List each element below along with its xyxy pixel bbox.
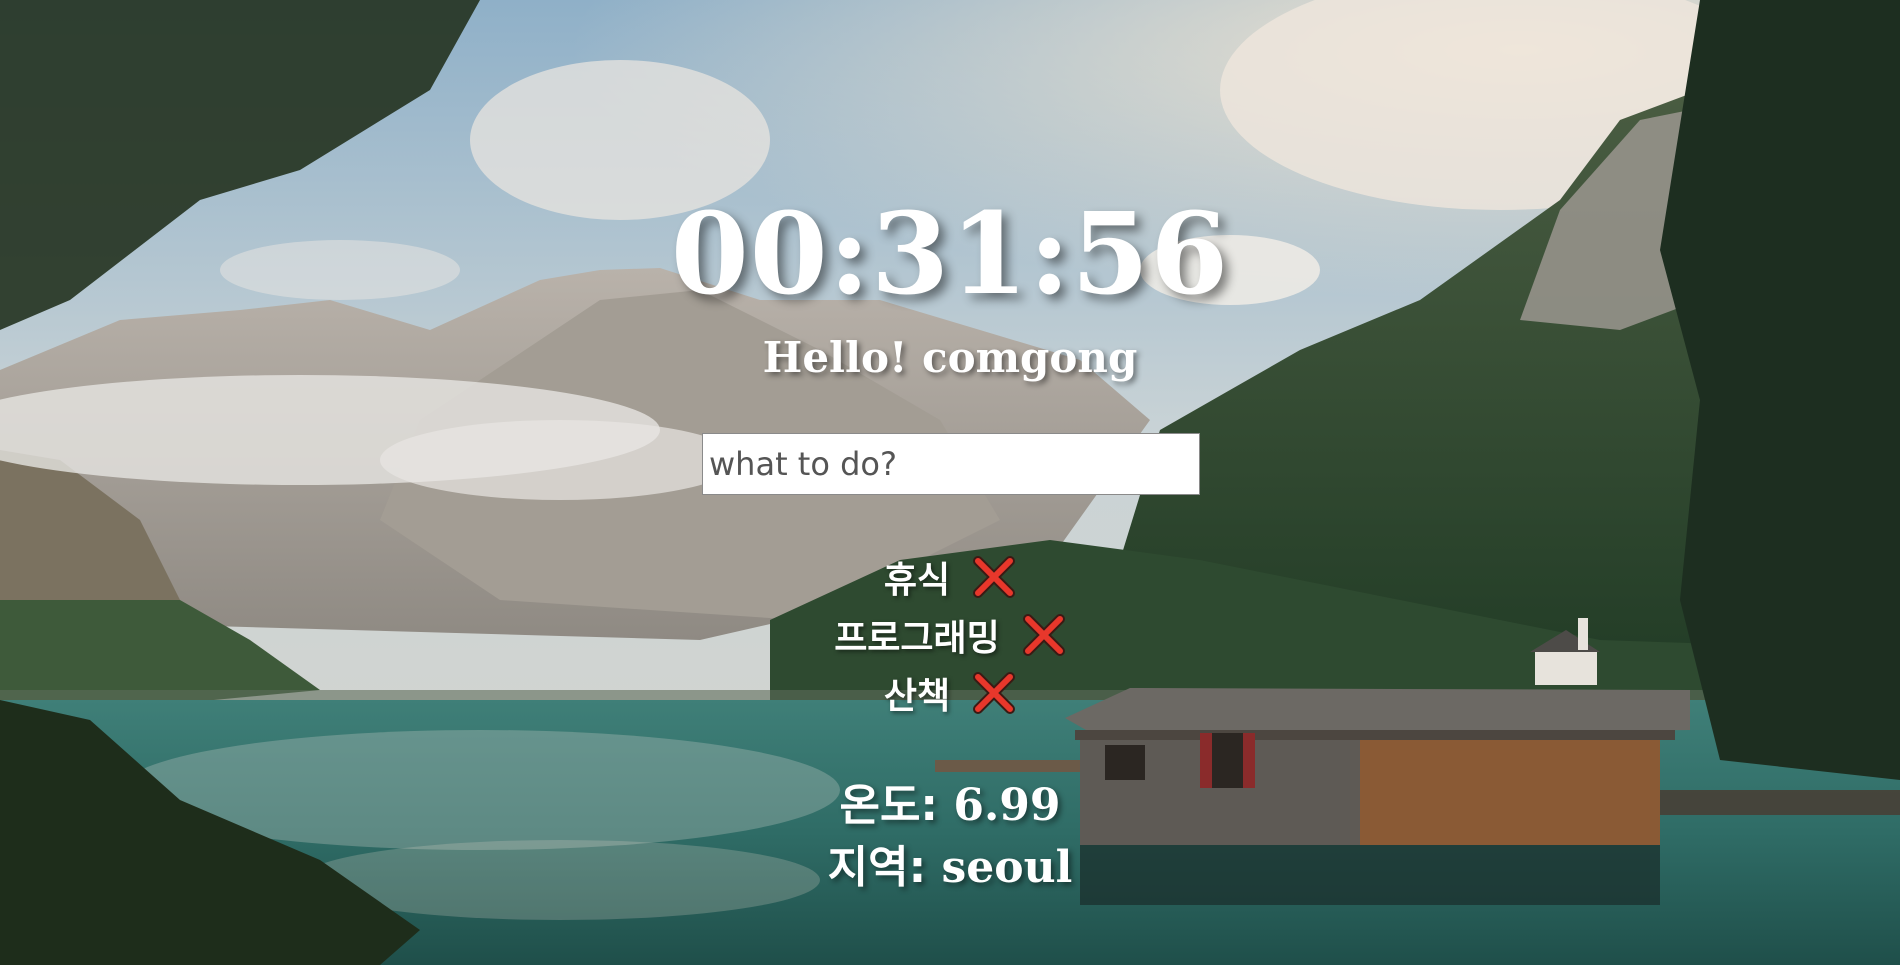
city-value: seoul (941, 842, 1073, 893)
todo-item-text: 프로그래밍 (834, 618, 1000, 659)
todo-list: 휴식 프로그래밍 산책 (0, 548, 1900, 722)
delete-todo-button[interactable] (972, 671, 1016, 715)
city-label: 지역: (827, 842, 927, 893)
todo-item-text: 휴식 (883, 560, 951, 601)
todo-item-text: 산책 (883, 676, 951, 717)
temperature-label: 온도: (839, 780, 939, 831)
close-icon (973, 672, 1016, 714)
weather-widget: 온도: 6.99 지역: seoul (0, 775, 1900, 899)
greeting: Hello! comgong (762, 333, 1138, 382)
todo-item: 휴식 (0, 548, 1900, 606)
clock: 00:31:56 (670, 189, 1230, 320)
city-row: 지역: seoul (0, 837, 1900, 899)
todo-input[interactable] (702, 433, 1200, 495)
todo-form (702, 433, 1200, 495)
delete-todo-button[interactable] (1022, 613, 1066, 657)
delete-todo-button[interactable] (972, 555, 1016, 599)
close-icon (1022, 614, 1065, 656)
close-icon (973, 556, 1016, 598)
temperature-row: 온도: 6.99 (0, 775, 1900, 837)
temperature-value: 6.99 (953, 780, 1061, 831)
todo-item: 산책 (0, 664, 1900, 722)
todo-item: 프로그래밍 (0, 606, 1900, 664)
